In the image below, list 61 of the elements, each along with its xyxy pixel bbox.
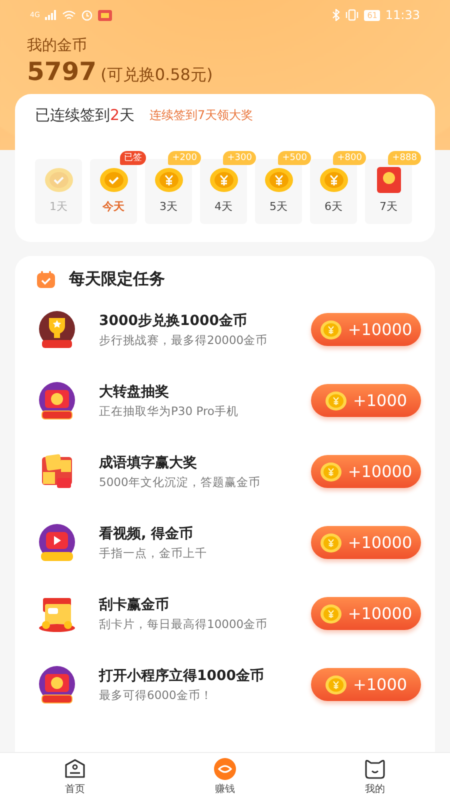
reward-badge: +888 [388,151,421,165]
home-icon [63,758,87,780]
coin-icon [320,462,342,482]
reward-button[interactable]: +10000 [311,455,421,488]
day-tile[interactable]: 3天 [145,159,192,224]
task-description: 手指一点，金币上千 [99,546,208,560]
coin-icon [324,390,347,410]
coin-icon [320,604,342,624]
reward-badge: +300 [223,151,256,165]
task-title: 看视频, 得金币 [99,524,194,542]
task-title: 刮卡赢金币 [99,596,170,614]
task-title: 打开小程序立得1000金币 [99,666,265,684]
battery-indicator: 61 [364,10,380,20]
streak-text: 已连续签到2天 [35,106,135,125]
day-tile[interactable]: 7天 [365,159,412,224]
section-title: 每天限定任务 [69,268,165,290]
reward-button[interactable]: +10000 [311,597,421,630]
task-title: 3000步兑换1000金币 [99,312,248,330]
coin-icon [320,532,342,552]
vibrate-icon [345,9,360,21]
task-description: 步行挑战赛，最多得20000金币 [99,332,269,348]
day-tile[interactable]: 4天 [200,159,247,224]
alarm-icon [80,9,93,21]
bluetooth-icon [332,9,340,21]
coin-icon [320,320,342,340]
reward-button[interactable]: +1000 [311,668,421,701]
gift-packet-drawing [37,664,77,704]
nav-tab[interactable]: 赚钱 [185,753,265,800]
video-play-drawing [37,522,77,562]
wifi-icon [62,10,76,20]
day-tile[interactable]: 6天 [310,159,357,224]
task-title: 成语填字赢大奖 [99,454,198,472]
status-time: 11:33 [385,8,420,22]
reward-button[interactable]: +1000 [311,384,421,417]
day-tile[interactable]: 5天 [255,159,302,224]
wallet-label: 我的金币 [27,36,88,55]
task-description: 正在抽取华为P30 Pro手机 [99,404,240,418]
reward-badge: +800 [333,151,366,165]
nav-tab[interactable]: 首页 [35,753,115,800]
app-notification-icon [98,9,112,21]
task-description: 刮卡片，每日最高得10000金币 [99,616,269,632]
exchange-value: (可兑换0.58元) [100,65,213,86]
reward-button[interactable]: +10000 [311,526,421,559]
eye-coin-icon [213,758,237,780]
coin-icon [324,674,347,694]
signal-icon [44,10,57,20]
reward-badge: 已签 [120,151,146,165]
task-title: 大转盘抽奖 [99,382,170,400]
gift-packet-drawing [37,380,77,420]
calendar-check-icon [37,270,55,288]
reward-button[interactable]: +10000 [311,313,421,346]
trophy-badge-drawing [37,310,77,350]
reward-badge: +500 [278,151,311,165]
task-description: 最多可得6000金币！ [99,688,214,702]
reward-badge: +200 [168,151,201,165]
smile-face-icon [363,758,387,780]
day-tile[interactable]: 1天 [35,159,82,224]
nav-tab[interactable]: 我的 [335,753,415,800]
coin-balance: 5797 [27,57,97,86]
task-description: 5000年文化沉淀，答题赢金币 [99,474,262,490]
promo-link[interactable]: 连续签到7天领大奖 [150,107,254,124]
